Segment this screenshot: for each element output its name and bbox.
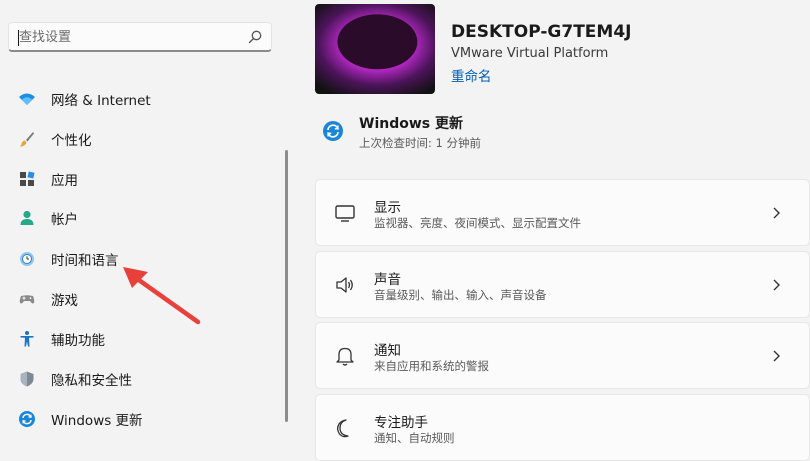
gamepad-icon: [18, 290, 36, 308]
moon-icon: [336, 419, 349, 438]
sidebar-item-privacy[interactable]: 隐私和安全性: [12, 361, 274, 397]
card-display[interactable]: 显示 监视器、亮度、夜间模式、显示配置文件: [315, 179, 810, 246]
sidebar-item-windows-update[interactable]: Windows 更新: [12, 401, 274, 437]
update-icon: [323, 121, 343, 141]
bell-icon: [336, 347, 354, 366]
update-icon: [18, 410, 36, 428]
windows-update-subtitle: 上次检查时间: 1 分钟前: [359, 136, 482, 150]
search-input[interactable]: [15, 26, 243, 48]
sidebar-item-label: 帐户: [51, 212, 78, 228]
person-icon: [18, 209, 36, 227]
sidebar-item-network[interactable]: 网络 & Internet: [12, 81, 274, 117]
windows-update-title: Windows 更新: [359, 116, 463, 132]
device-name: DESKTOP-G7TEM4J: [451, 22, 632, 42]
device-model: VMware Virtual Platform: [451, 46, 609, 61]
sidebar-item-label: 游戏: [51, 293, 78, 309]
accessibility-icon: [18, 330, 36, 348]
text-caret: [18, 30, 19, 46]
sidebar-item-label: 隐私和安全性: [51, 373, 132, 389]
sidebar-item-accounts[interactable]: 帐户: [12, 200, 274, 236]
speaker-icon: [336, 277, 353, 293]
chevron-right-icon: [773, 279, 780, 291]
shield-icon: [18, 370, 36, 388]
sidebar-item-label: 辅助功能: [51, 333, 105, 349]
sidebar-item-apps[interactable]: 应用: [12, 161, 274, 197]
card-subtitle: 来自应用和系统的警报: [374, 359, 489, 373]
card-notifications[interactable]: 通知 来自应用和系统的警报: [315, 322, 810, 389]
chevron-right-icon: [773, 207, 780, 219]
card-focus-assist[interactable]: 专注助手 通知、自动规则: [315, 394, 810, 461]
brush-icon: [18, 130, 36, 148]
sidebar-item-personalization[interactable]: 个性化: [12, 121, 274, 157]
search-box[interactable]: [8, 22, 272, 52]
card-subtitle: 通知、自动规则: [374, 431, 455, 445]
search-icon[interactable]: [247, 29, 263, 45]
card-title: 显示: [374, 200, 401, 216]
sidebar-item-label: 个性化: [51, 133, 92, 149]
sidebar-item-label: 时间和语言: [51, 253, 119, 269]
card-title: 专注助手: [374, 415, 428, 431]
card-title: 通知: [374, 343, 401, 359]
card-subtitle: 监视器、亮度、夜间模式、显示配置文件: [374, 216, 581, 230]
desktop-wallpaper-thumbnail: [315, 4, 435, 94]
card-sound[interactable]: 声音 音量级别、输出、输入、声音设备: [315, 251, 810, 318]
sidebar-item-label: Windows 更新: [51, 413, 143, 429]
sidebar-scrollbar[interactable]: [285, 150, 288, 422]
card-subtitle: 音量级别、输出、输入、声音设备: [374, 288, 547, 302]
apps-icon: [18, 170, 36, 188]
monitor-icon: [335, 205, 355, 222]
globe-clock-icon: [18, 250, 36, 268]
sidebar-item-label: 网络 & Internet: [51, 93, 151, 109]
wifi-icon: [18, 90, 36, 108]
card-title: 声音: [374, 272, 401, 288]
rename-link[interactable]: 重命名: [451, 65, 492, 85]
sidebar-item-label: 应用: [51, 173, 78, 189]
chevron-right-icon: [773, 350, 780, 362]
annotation-arrow-icon: [123, 267, 201, 325]
